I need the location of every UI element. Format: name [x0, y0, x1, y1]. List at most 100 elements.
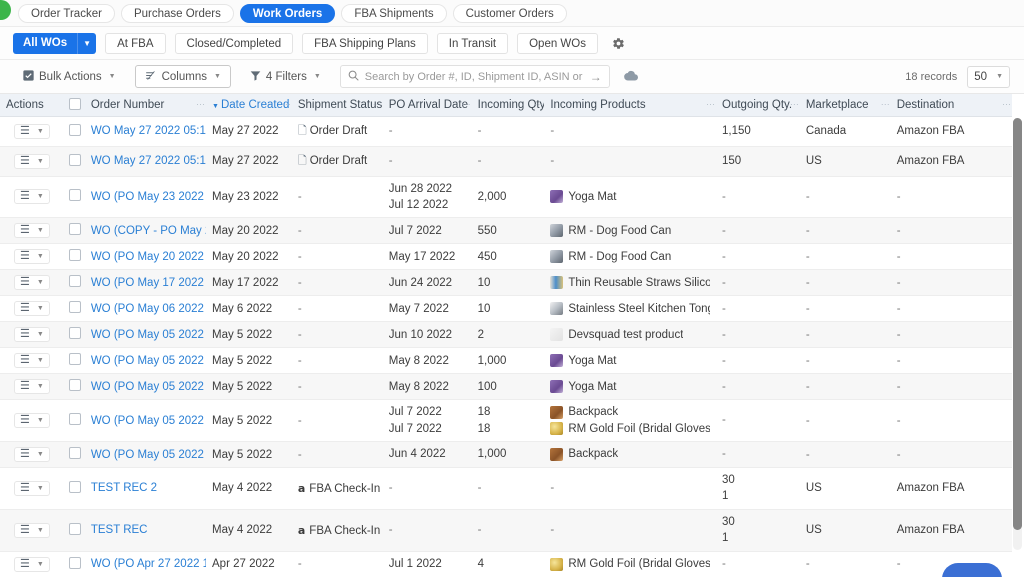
order-number-link[interactable]: TEST REC 2 — [91, 482, 157, 494]
order-number-link[interactable]: WO (PO May 05 2022 1… — [91, 355, 206, 367]
filter-pill-open-wos[interactable]: Open WOs — [517, 33, 598, 54]
table-row[interactable]: ☰▼WO (PO Apr 27 2022 1…Apr 27 2022-Jul 1… — [0, 551, 1012, 577]
order-number-link[interactable]: WO (PO Apr 27 2022 1… — [91, 558, 206, 570]
all-wos-caret-icon[interactable]: ▼ — [77, 33, 96, 54]
order-number-link[interactable]: WO (PO May 17 2022 0… — [91, 277, 206, 289]
row-actions-menu-button[interactable]: ☰▼ — [14, 275, 50, 290]
order-number-link[interactable]: WO May 27 2022 05:18… — [91, 125, 206, 137]
row-checkbox[interactable] — [69, 379, 81, 391]
order-number-link[interactable]: WO (PO May 05 2022 1… — [91, 415, 206, 427]
row-checkbox[interactable] — [69, 124, 81, 136]
column-resize-handle[interactable]: ⋯ — [534, 99, 542, 110]
bulk-actions-button[interactable]: Bulk Actions ▼ — [13, 65, 126, 88]
column-resize-handle[interactable]: ⋯ — [282, 99, 290, 110]
table-row[interactable]: ☰▼WO (PO May 17 2022 0…May 17 2022-Jun 2… — [0, 270, 1012, 296]
column-resize-handle[interactable]: ⋯ — [881, 99, 889, 110]
row-checkbox[interactable] — [69, 154, 81, 166]
row-actions-menu-button[interactable]: ☰▼ — [14, 124, 50, 139]
select-all-checkbox[interactable] — [63, 94, 85, 116]
row-checkbox[interactable] — [69, 275, 81, 287]
column-header-order-number[interactable]: Order Number⋯ — [85, 94, 206, 116]
row-actions-menu-button[interactable]: ☰▼ — [14, 327, 50, 342]
order-number-link[interactable]: WO (PO May 05 2022 1… — [91, 329, 206, 341]
cloud-download-icon[interactable] — [623, 69, 638, 85]
vertical-scrollbar-thumb[interactable] — [1013, 118, 1022, 530]
order-number-link[interactable]: WO (PO May 23 2022 1… — [91, 191, 206, 203]
column-resize-handle[interactable]: ⋯ — [373, 99, 381, 110]
column-header-incoming-qty[interactable]: Incoming Qty⋯ — [472, 94, 545, 116]
order-number-link[interactable]: TEST REC — [91, 524, 148, 536]
order-number-link[interactable]: WO (PO May 20 2022 1… — [91, 251, 206, 263]
filter-pill-at-fba[interactable]: At FBA — [105, 33, 165, 54]
search-input[interactable] — [365, 71, 584, 83]
row-actions-menu-button[interactable]: ☰▼ — [14, 557, 50, 572]
row-checkbox[interactable] — [69, 523, 81, 535]
row-checkbox[interactable] — [69, 223, 81, 235]
table-row[interactable]: ☰▼TEST RECMay 4 2022aFBA Check-In---301U… — [0, 509, 1012, 551]
table-row[interactable]: ☰▼WO May 27 2022 05:18…May 27 2022🗋Order… — [0, 116, 1012, 146]
column-header-incoming-products[interactable]: Incoming Products⋯ — [544, 94, 716, 116]
column-header-marketplace[interactable]: Marketplace⋯ — [800, 94, 891, 116]
column-header-outgoing-qty-[interactable]: Outgoing Qty.⋯ — [716, 94, 800, 116]
row-actions-menu-button[interactable]: ☰▼ — [14, 154, 50, 169]
column-resize-handle[interactable]: ⋯ — [196, 99, 204, 110]
filter-pill-closed-completed[interactable]: Closed/Completed — [175, 33, 294, 54]
row-actions-menu-button[interactable]: ☰▼ — [14, 481, 50, 496]
row-checkbox[interactable] — [69, 189, 81, 201]
columns-button[interactable]: Columns ▼ — [135, 65, 231, 88]
nav-tab-work-orders[interactable]: Work Orders — [240, 4, 335, 23]
nav-tab-fba-shipments[interactable]: FBA Shipments — [341, 4, 446, 23]
select-all-checkbox-box[interactable] — [69, 98, 81, 110]
row-checkbox[interactable] — [69, 249, 81, 261]
table-row[interactable]: ☰▼WO May 27 2022 05:17…May 27 2022🗋Order… — [0, 146, 1012, 176]
all-wos-split-button[interactable]: All WOs ▼ — [13, 33, 96, 54]
row-actions-menu-button[interactable]: ☰▼ — [14, 523, 50, 538]
nav-tab-customer-orders[interactable]: Customer Orders — [453, 4, 567, 23]
table-row[interactable]: ☰▼WO (PO May 20 2022 1…May 20 2022-May 1… — [0, 244, 1012, 270]
order-number-link[interactable]: WO (PO May 05 2022 0… — [91, 449, 206, 461]
row-actions-menu-button[interactable]: ☰▼ — [14, 223, 50, 238]
filter-pill-fba-shipping-plans[interactable]: FBA Shipping Plans — [302, 33, 428, 54]
table-row[interactable]: ☰▼WO (COPY - PO May 2…May 20 2022-Jul 7 … — [0, 218, 1012, 244]
table-row[interactable]: ☰▼WO (PO May 05 2022 1…May 5 2022-May 8 … — [0, 374, 1012, 400]
table-row[interactable]: ☰▼WO (PO May 23 2022 1…May 23 2022-Jun 2… — [0, 176, 1012, 218]
nav-tab-purchase-orders[interactable]: Purchase Orders — [121, 4, 234, 23]
column-resize-handle[interactable]: ⋯ — [1002, 99, 1010, 110]
table-row[interactable]: ☰▼WO (PO May 05 2022 1…May 5 2022-May 8 … — [0, 348, 1012, 374]
order-number-link[interactable]: WO (PO May 05 2022 1… — [91, 381, 206, 393]
nav-tab-order-tracker[interactable]: Order Tracker — [18, 4, 115, 23]
search-box[interactable]: → — [340, 65, 610, 88]
column-resize-handle[interactable]: ⋯ — [790, 99, 798, 110]
row-checkbox[interactable] — [69, 353, 81, 365]
all-wos-button[interactable]: All WOs — [13, 33, 77, 54]
row-actions-menu-button[interactable]: ☰▼ — [14, 447, 50, 462]
column-resize-handle[interactable]: ⋯ — [462, 99, 470, 110]
column-header-destination[interactable]: Destination⋯ — [891, 94, 1012, 116]
row-actions-menu-button[interactable]: ☰▼ — [14, 301, 50, 316]
row-actions-menu-button[interactable]: ☰▼ — [14, 353, 50, 368]
table-row[interactable]: ☰▼TEST REC 2May 4 2022aFBA Check-In---30… — [0, 468, 1012, 510]
vertical-scrollbar[interactable] — [1013, 118, 1022, 550]
column-header-actions[interactable]: Actions — [0, 94, 63, 116]
page-size-select[interactable]: 50 ▼ — [967, 66, 1010, 88]
row-actions-menu-button[interactable]: ☰▼ — [14, 249, 50, 264]
row-checkbox[interactable] — [69, 447, 81, 459]
table-row[interactable]: ☰▼WO (PO May 06 2022 0…May 6 2022-May 7 … — [0, 296, 1012, 322]
search-submit-icon[interactable]: → — [590, 70, 602, 84]
row-checkbox[interactable] — [69, 301, 81, 313]
row-actions-menu-button[interactable]: ☰▼ — [14, 189, 50, 204]
order-number-link[interactable]: WO May 27 2022 05:17… — [91, 155, 206, 167]
table-row[interactable]: ☰▼WO (PO May 05 2022 0…May 5 2022-Jun 4 … — [0, 442, 1012, 468]
row-checkbox[interactable] — [69, 327, 81, 339]
filters-button[interactable]: 4 Filters ▼ — [240, 65, 331, 88]
row-checkbox[interactable] — [69, 413, 81, 425]
gear-icon[interactable] — [607, 33, 629, 54]
table-row[interactable]: ☰▼WO (PO May 05 2022 1…May 5 2022-Jun 10… — [0, 322, 1012, 348]
row-checkbox[interactable] — [69, 481, 81, 493]
row-checkbox[interactable] — [69, 557, 81, 569]
column-resize-handle[interactable]: ⋯ — [706, 99, 714, 110]
column-header-po-arrival-date[interactable]: PO Arrival Date⋯ — [383, 94, 472, 116]
order-number-link[interactable]: WO (COPY - PO May 2… — [91, 225, 206, 237]
column-header-shipment-status[interactable]: Shipment Status⋯ — [292, 94, 383, 116]
row-actions-menu-button[interactable]: ☰▼ — [14, 379, 50, 394]
